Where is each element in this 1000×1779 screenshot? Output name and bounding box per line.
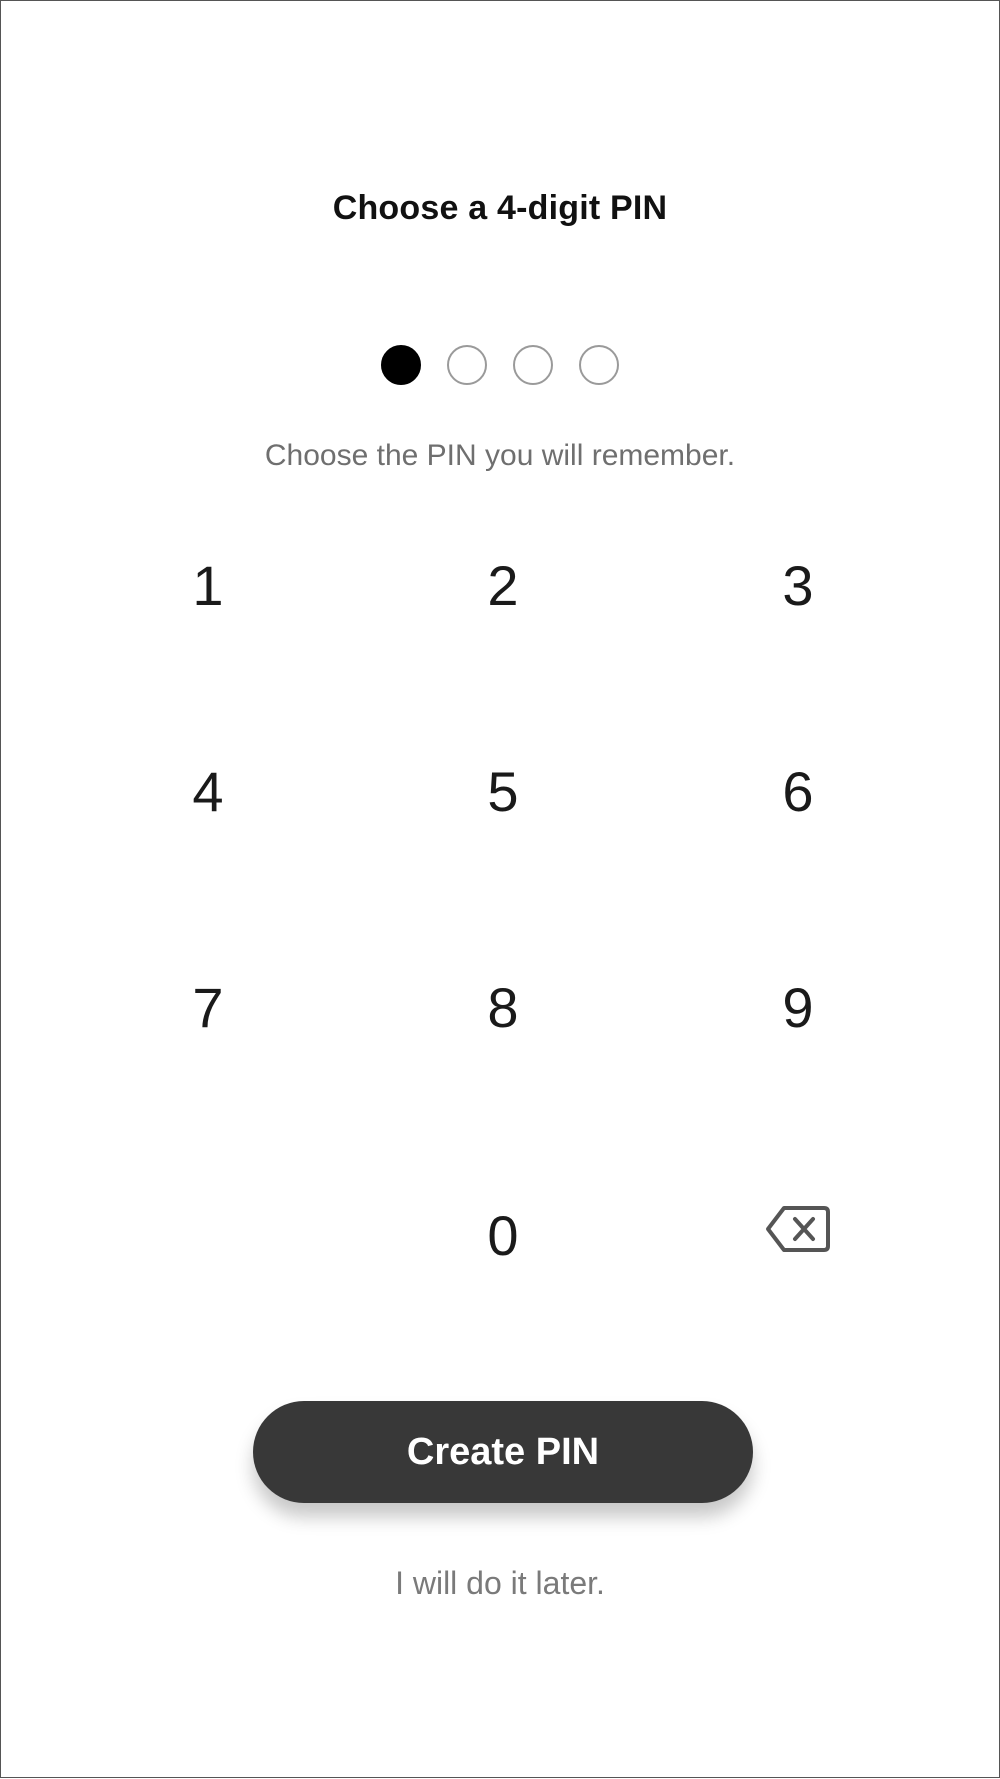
key-1[interactable]: 1 [138,530,278,640]
create-pin-button[interactable]: Create PIN [253,1401,753,1503]
pin-dot-3 [513,345,553,385]
key-7[interactable]: 7 [138,952,278,1062]
pin-dot-1 [381,345,421,385]
screen: Choose a 4-digit PIN Choose the PIN you … [0,0,1000,1778]
numeric-keypad: 1 2 3 4 5 6 7 8 9 0 [1,1,1000,1779]
pin-dot-2 [447,345,487,385]
key-3[interactable]: 3 [728,530,868,640]
key-2[interactable]: 2 [433,530,573,640]
key-0[interactable]: 0 [433,1180,573,1290]
backspace-button[interactable] [728,1174,868,1284]
key-8[interactable]: 8 [433,952,573,1062]
key-5[interactable]: 5 [433,736,573,846]
key-6[interactable]: 6 [728,736,868,846]
key-4[interactable]: 4 [138,736,278,846]
subtitle: Choose the PIN you will remember. [264,439,736,472]
do-it-later-link[interactable]: I will do it later. [1,1565,999,1602]
key-9[interactable]: 9 [728,952,868,1062]
pin-indicator [1,345,999,389]
pin-dot-4 [579,345,619,385]
page-title: Choose a 4-digit PIN [332,189,668,227]
backspace-icon [766,1206,830,1252]
